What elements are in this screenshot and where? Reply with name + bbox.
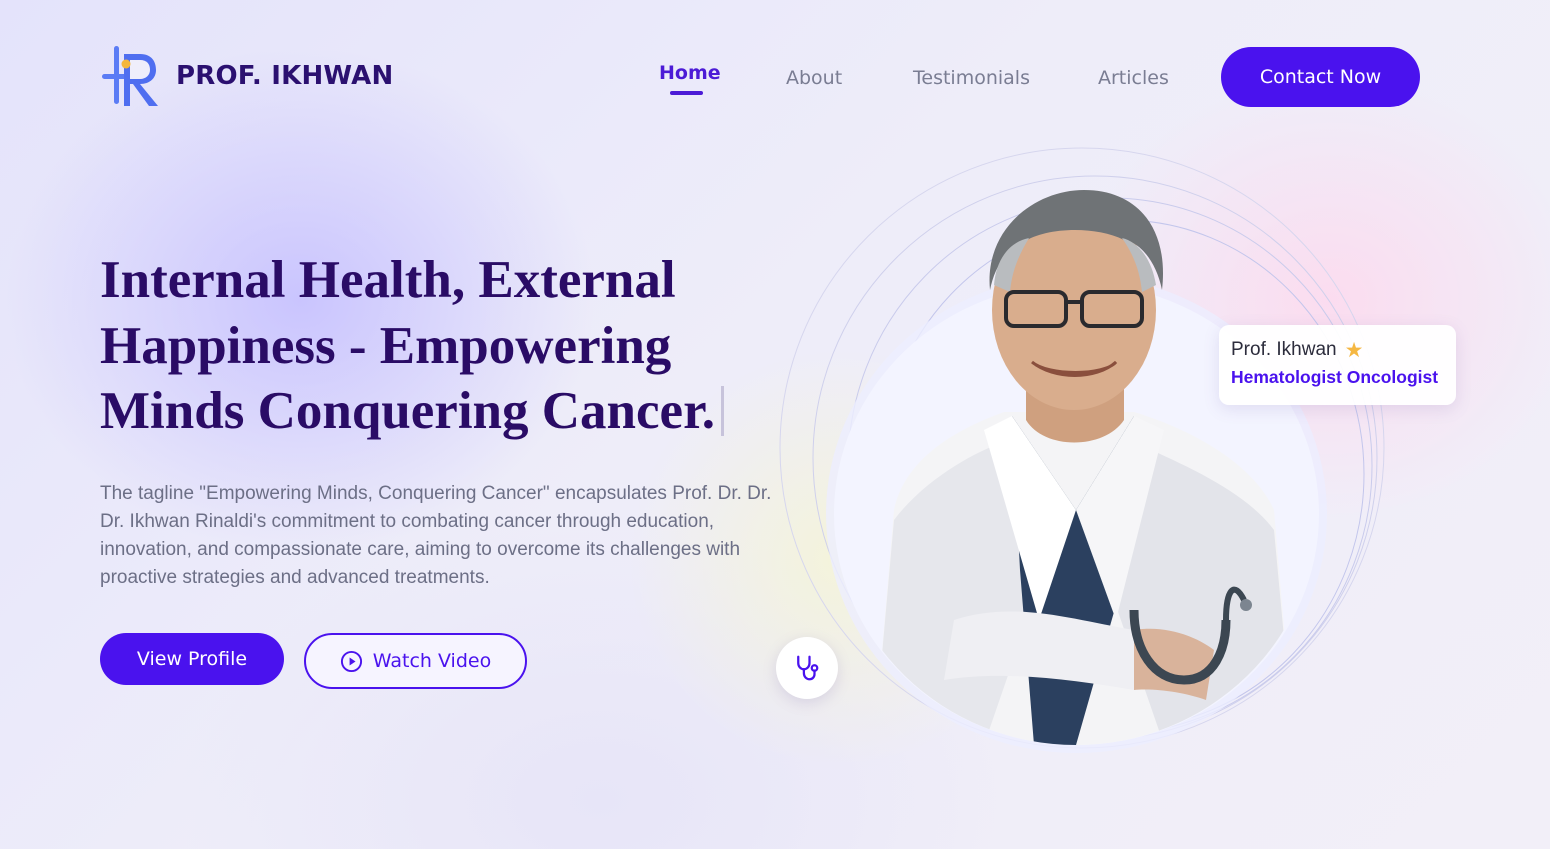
nav-about[interactable]: About — [786, 67, 842, 89]
play-circle-icon — [340, 650, 362, 672]
brand-name: PROF. IKHWAN — [176, 61, 394, 91]
view-profile-button[interactable]: View Profile — [100, 633, 284, 685]
watch-video-label: Watch Video — [372, 650, 492, 672]
doctor-badge-name-row: Prof. Ikhwan ★ — [1231, 339, 1444, 361]
nav-active-indicator — [670, 91, 703, 95]
hero-tagline: The tagline "Empowering Minds, Conquerin… — [100, 483, 772, 588]
monogram-ir-logo-icon — [102, 46, 158, 106]
brand-logo[interactable]: PROF. IKHWAN — [100, 44, 393, 108]
doctor-name: Prof. Ikhwan — [1231, 339, 1337, 360]
hero-headline-text: Internal Health, External Happiness - Em… — [100, 251, 715, 440]
watch-video-button[interactable]: Watch Video — [304, 633, 527, 689]
nav-testimonials[interactable]: Testimonials — [913, 67, 1030, 89]
doctor-portrait-image — [874, 190, 1294, 745]
nav-articles[interactable]: Articles — [1098, 67, 1169, 89]
hero-headline: Internal Health, External Happiness - Em… — [100, 248, 800, 445]
nav-home[interactable]: Home — [659, 62, 721, 84]
stethoscope-button[interactable] — [776, 637, 838, 699]
typing-caret — [721, 386, 724, 436]
doctor-specialty: Hematologist Oncologist — [1231, 367, 1439, 387]
contact-now-button[interactable]: Contact Now — [1221, 47, 1420, 107]
star-icon: ★ — [1344, 338, 1364, 362]
stethoscope-icon — [797, 655, 819, 681]
doctor-badge-card: Prof. Ikhwan ★ Hematologist Oncologist — [1219, 325, 1456, 405]
